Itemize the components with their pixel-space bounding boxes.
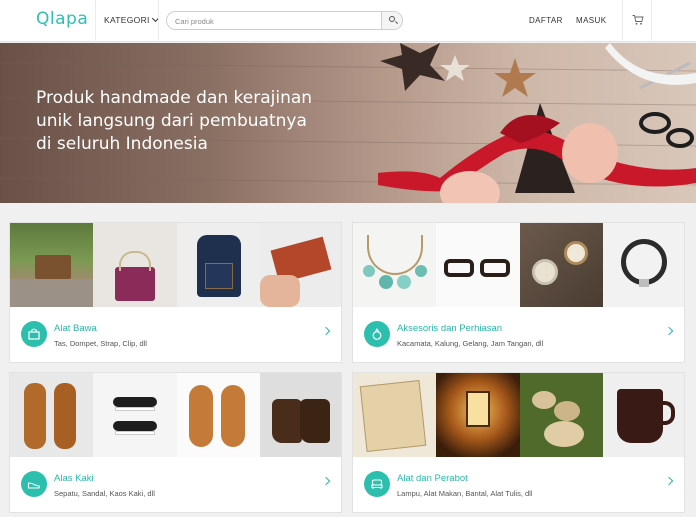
tagline-line: unik langsung dari pembuatnya <box>36 111 307 131</box>
chevron-right-icon <box>321 326 331 336</box>
search-input[interactable] <box>175 15 375 27</box>
category-card-alat-bawa[interactable]: Alat Bawa Tas, Dompet, Strap, Clip, dll <box>9 222 342 363</box>
banner-tagline: Produk handmade dan kerajinan unik langs… <box>36 87 366 156</box>
product-photo <box>93 223 177 307</box>
kategori-label: KATEGORI <box>104 15 150 25</box>
daftar-link[interactable]: DAFTAR <box>529 16 563 25</box>
category-photos <box>353 373 684 457</box>
product-photo <box>259 373 341 457</box>
divider <box>651 0 652 42</box>
product-photo <box>93 373 177 457</box>
search-icon <box>389 16 395 22</box>
chevron-right-icon <box>664 476 674 486</box>
divider <box>158 0 159 42</box>
product-photo <box>519 223 603 307</box>
ring-icon <box>364 321 390 347</box>
chevron-right-icon <box>321 476 331 486</box>
category-card-aksesoris[interactable]: Aksesoris dan Perhiasan Kacamata, Kalung… <box>352 222 685 363</box>
category-card-alat-perabot[interactable]: Alat dan Perabot Lampu, Alat Makan, Bant… <box>352 372 685 513</box>
tagline-line: Produk handmade dan kerajinan <box>36 88 313 108</box>
kategori-dropdown[interactable]: KATEGORI <box>104 14 159 25</box>
shoe-icon <box>21 471 47 497</box>
product-photo <box>176 223 260 307</box>
product-photo <box>602 223 684 307</box>
category-photos <box>10 223 341 307</box>
product-photo <box>10 373 94 457</box>
category-title: Aksesoris dan Perhiasan <box>397 323 503 334</box>
furniture-icon <box>364 471 390 497</box>
category-subtitle: Sepatu, Sandal, Kaos Kaki, dll <box>54 489 155 498</box>
product-photo <box>10 223 94 307</box>
category-title: Alas Kaki <box>54 473 94 484</box>
product-photo <box>259 223 341 307</box>
search-box <box>166 11 403 30</box>
bag-icon <box>21 321 47 347</box>
divider <box>95 0 96 42</box>
masuk-link[interactable]: MASUK <box>576 16 606 25</box>
search-button[interactable] <box>381 12 402 29</box>
product-photo <box>602 373 684 457</box>
category-title: Alat Bawa <box>54 323 97 334</box>
product-photo <box>436 373 520 457</box>
category-card-alas-kaki[interactable]: Alas Kaki Sepatu, Sandal, Kaos Kaki, dll <box>9 372 342 513</box>
tagline-line: di seluruh Indonesia <box>36 134 208 154</box>
top-navbar: Qlapa KATEGORI DAFTAR MASUK <box>0 0 696 42</box>
category-subtitle: Kacamata, Kalung, Gelang, Jam Tangan, dl… <box>397 339 544 348</box>
qlapa-logo[interactable]: Qlapa <box>36 9 88 29</box>
product-photo <box>176 373 260 457</box>
category-title: Alat dan Perabot <box>397 473 468 484</box>
category-photos <box>353 223 684 307</box>
cart-icon[interactable] <box>632 14 644 26</box>
category-subtitle: Lampu, Alat Makan, Bantal, Alat Tulis, d… <box>397 489 533 498</box>
product-photo <box>519 373 603 457</box>
product-photo <box>353 373 437 457</box>
divider <box>622 0 623 42</box>
product-photo <box>436 223 520 307</box>
category-photos <box>10 373 341 457</box>
hero-banner: Produk handmade dan kerajinan unik langs… <box>0 43 696 203</box>
category-subtitle: Tas, Dompet, Strap, Clip, dll <box>54 339 147 348</box>
chevron-right-icon <box>664 326 674 336</box>
product-photo <box>353 223 437 307</box>
